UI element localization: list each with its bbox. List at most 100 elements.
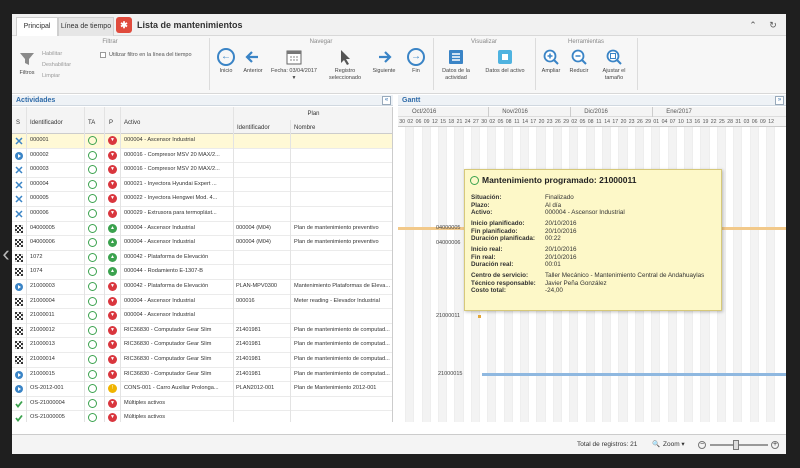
zoom-slider-thumb[interactable] bbox=[733, 440, 740, 450]
table-row[interactable]: 000003 ▼ 000016 - Compresor MSV 20 MAX/2..… bbox=[12, 163, 392, 178]
col-header-s[interactable]: S bbox=[16, 119, 20, 127]
table-row[interactable]: 000001 ▼ 000004 - Ascensor Industrial bbox=[12, 134, 392, 149]
zoom-plus-button[interactable]: + bbox=[771, 441, 779, 449]
enable-filter-link[interactable]: Habilitar bbox=[42, 51, 62, 58]
use-filter-checkbox[interactable]: Utilizar filtro en la línea del tiempo bbox=[100, 51, 192, 59]
tooltip-row: Activo: 000004 - Ascensor Industrial bbox=[471, 209, 625, 217]
col-header-ta[interactable]: TA bbox=[88, 119, 95, 127]
table-row[interactable]: 04000005 ▲ 000004 - Ascensor Industrial 000… bbox=[12, 222, 392, 237]
cell-identificador: 21000003 bbox=[30, 282, 55, 289]
clear-filter-link[interactable]: Limpiar bbox=[42, 73, 60, 80]
cell-plan-id: PLAN-MPV0300 bbox=[236, 282, 278, 289]
filters-button[interactable]: Filtros bbox=[16, 50, 38, 77]
first-button[interactable]: ← Inicio bbox=[214, 48, 238, 75]
zoom-in-button[interactable]: Ampliar bbox=[538, 48, 564, 75]
cell-identificador: 000004 bbox=[30, 180, 49, 187]
selected-record-button[interactable]: Registro seleccionado bbox=[328, 48, 362, 82]
table-row[interactable]: 1074 ▲ 000044 - Rodamiento E-1307-B bbox=[12, 265, 392, 280]
cell-identificador: 1072 bbox=[30, 253, 43, 260]
running-status-icon bbox=[15, 385, 23, 394]
table-row[interactable]: 21000011 ▼ 000004 - Ascensor Industrial bbox=[12, 309, 392, 324]
last-button[interactable]: → Fin bbox=[404, 48, 428, 75]
clock-icon bbox=[88, 340, 97, 350]
table-row[interactable]: 000004 ▼ 000021 - Inyectora Hyundai Expert… bbox=[12, 178, 392, 193]
table-row[interactable]: OS-21000004 ▼ Múltiples activos bbox=[12, 397, 392, 412]
clock-icon bbox=[88, 179, 97, 189]
gantt-bar[interactable] bbox=[478, 314, 481, 318]
table-row[interactable]: 21000004 ▼ 000004 - Ascensor Industrial 000… bbox=[12, 295, 392, 310]
zoom-out-button[interactable]: Reducir bbox=[566, 48, 592, 75]
divider bbox=[652, 107, 654, 117]
date-value: 03/04/2017 bbox=[289, 68, 317, 74]
gantt-day-label: 12 bbox=[768, 119, 774, 125]
table-row[interactable]: 21000012 ▼ RIC36830 - Computador Gear Slim… bbox=[12, 324, 392, 339]
next-button[interactable]: Siguiente bbox=[370, 48, 398, 75]
finish-flag-icon bbox=[15, 341, 23, 350]
finish-flag-icon bbox=[15, 268, 23, 277]
clock-icon bbox=[88, 325, 97, 335]
tooltip-value: 20/10/2016 bbox=[545, 220, 577, 227]
gantt-day-column bbox=[742, 127, 751, 422]
gantt-day-label: 19 bbox=[702, 119, 709, 125]
gantt-day-label: 20 bbox=[620, 119, 627, 125]
tooltip-key: Técnico responsable: bbox=[471, 279, 536, 287]
collapse-ribbon-icon[interactable]: ⌃ bbox=[746, 19, 760, 31]
previous-button[interactable]: Anterior bbox=[240, 48, 266, 75]
cell-plan-nombre: Plan de mantenimiento de computad... bbox=[294, 326, 390, 333]
cell-identificador: 21000012 bbox=[30, 326, 55, 333]
cell-plan-id bbox=[236, 251, 289, 265]
table-row[interactable]: 000005 ▼ 000022 - Inyectora Hengwei Mod. 4… bbox=[12, 192, 392, 207]
expand-gantt-button[interactable]: » bbox=[775, 96, 784, 105]
group-divider bbox=[637, 38, 638, 90]
tab-principal[interactable]: Principal bbox=[16, 17, 58, 36]
col-header-plan-id[interactable]: Identificador bbox=[237, 124, 270, 132]
split-status-icon bbox=[15, 166, 23, 174]
col-header-activo[interactable]: Activo bbox=[124, 119, 140, 127]
gantt-day-column bbox=[758, 127, 767, 422]
zoom-dropdown[interactable]: Zoom ▾ bbox=[663, 435, 685, 454]
chevron-left-icon[interactable]: ‹ bbox=[0, 234, 12, 274]
fit-size-button[interactable]: Ajustar el tamaño bbox=[594, 48, 634, 82]
cell-plan-nombre bbox=[294, 265, 392, 279]
zoom-in-label: Ampliar bbox=[541, 68, 561, 74]
table-row[interactable]: 000006 ▼ 000029 - Extrusora para termoplás… bbox=[12, 207, 392, 222]
clock-icon bbox=[88, 194, 97, 204]
last-label: Fin bbox=[412, 68, 420, 74]
cell-plan-nombre: Plan de Mantenimiento 2012-001 bbox=[294, 385, 377, 392]
gantt-day-label: 28 bbox=[727, 119, 733, 125]
date-picker[interactable]: Fecha: 03/04/2017 ▼ bbox=[270, 48, 318, 82]
table-row[interactable]: 04000006 ▲ 000004 - Ascensor Industrial 000… bbox=[12, 236, 392, 251]
cell-plan-id: 21401981 bbox=[236, 341, 261, 348]
table-row[interactable]: 21000013 ▼ RIC36830 - Computador Gear Slim… bbox=[12, 338, 392, 353]
col-header-identificador[interactable]: Identificador bbox=[30, 119, 63, 127]
table-row[interactable]: OS-21000005 ▼ Múltiples activos bbox=[12, 411, 392, 422]
gantt-day-label: 22 bbox=[710, 119, 717, 125]
table-row[interactable]: OS-2012-001! CONS-001 - Carro Auxiliar Pr… bbox=[12, 382, 392, 397]
gantt-day-column bbox=[422, 127, 431, 422]
refresh-icon[interactable]: ↻ bbox=[766, 19, 780, 31]
col-header-p[interactable]: P bbox=[109, 119, 113, 127]
table-row[interactable]: 21000003 ▼ 000042 - Plataforma de Elevació… bbox=[12, 280, 392, 295]
cell-activo: 000042 - Plataforma de Elevación bbox=[124, 282, 209, 289]
table-row[interactable]: 21000014 ▼ RIC36830 - Computador Gear Slim… bbox=[12, 353, 392, 368]
cell-plan-nombre: Mantenimiento Plataformas de Eleva... bbox=[294, 282, 391, 289]
funnel-icon bbox=[20, 53, 34, 65]
cell-plan-nombre bbox=[294, 149, 392, 163]
zoom-minus-button[interactable]: − bbox=[698, 441, 706, 449]
tab-linea-de-tiempo[interactable]: Línea de tiempo bbox=[58, 17, 114, 36]
gantt-bar[interactable] bbox=[482, 373, 786, 377]
priority-icon: ▼ bbox=[108, 296, 117, 306]
col-header-plan-nombre[interactable]: Nombre bbox=[294, 124, 315, 132]
gantt-day-label: 14 bbox=[522, 119, 528, 125]
collapse-activities-button[interactable]: « bbox=[382, 96, 391, 105]
table-row[interactable]: 21000015 ▼ RIC36830 - Computador Gear Slim… bbox=[12, 368, 392, 383]
disable-filter-link[interactable]: Deshabilitar bbox=[42, 62, 71, 69]
asset-data-button[interactable]: Datos del activo bbox=[480, 48, 530, 75]
gantt-day-label: 03 bbox=[743, 119, 750, 125]
cell-plan-nombre: Plan de mantenimiento preventivo bbox=[294, 224, 379, 231]
activity-data-button[interactable]: Datos de la actividad bbox=[436, 48, 476, 82]
table-row[interactable]: 1072 ▲ 000042 - Plataforma de Elevación bbox=[12, 251, 392, 266]
cell-plan-id bbox=[236, 207, 289, 221]
gantt-bar-label: 04000005 bbox=[436, 225, 461, 232]
table-row[interactable]: 000002 ▼ 000016 - Compresor MSV 20 MAX/2..… bbox=[12, 149, 392, 164]
